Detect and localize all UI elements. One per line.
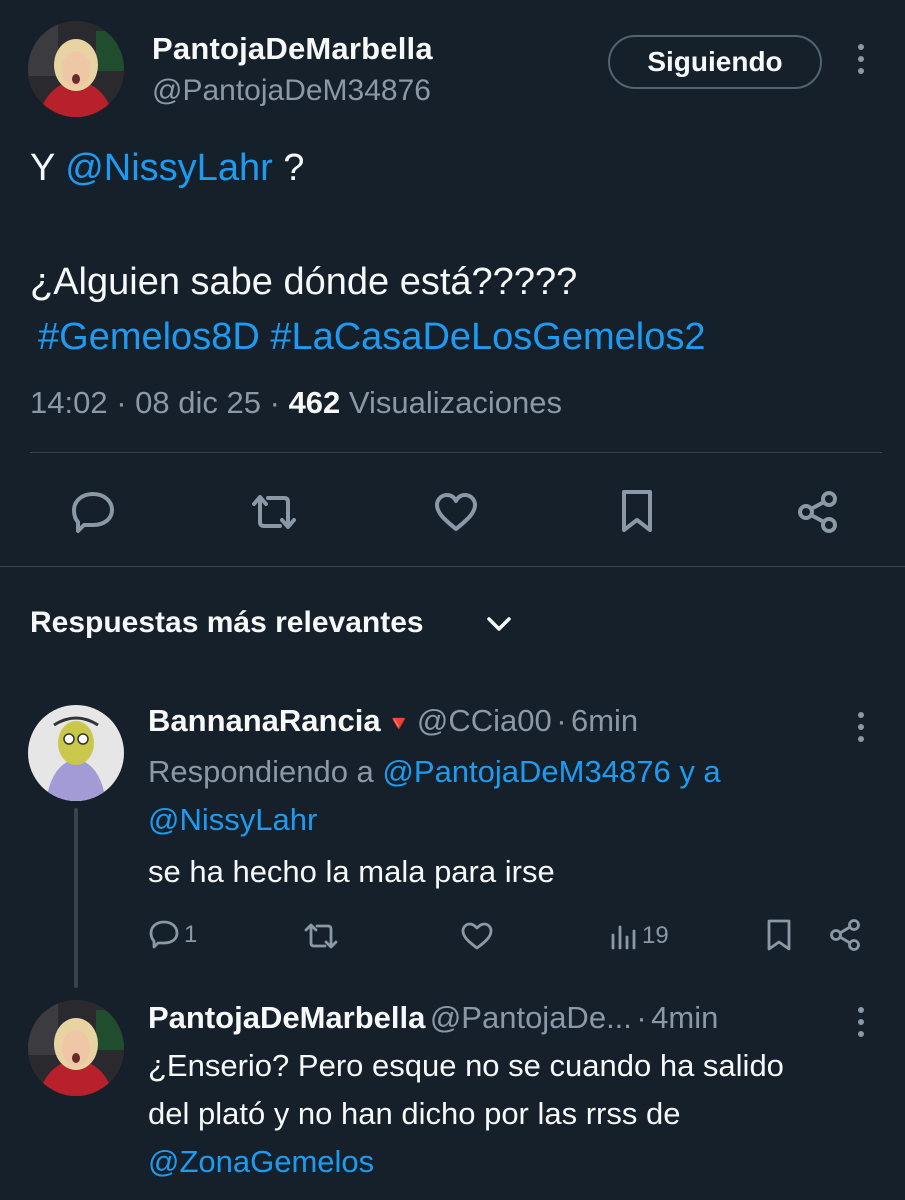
reply-more-icon[interactable] xyxy=(855,712,867,742)
replies-sort-label[interactable]: Respuestas más relevantes xyxy=(30,606,424,640)
mention-link[interactable]: @NissyLahr xyxy=(148,802,317,837)
reply-text: se ha hecho la mala para irse xyxy=(148,854,555,889)
tweet-suffix: ? xyxy=(272,147,305,189)
reply-avatar[interactable] xyxy=(28,1000,124,1096)
tweet-meta: 14:02 · 08 dic 25 · 462 Visualizaciones xyxy=(30,385,562,421)
separator: · xyxy=(269,385,280,420)
mention-link[interactable]: @PantojaDeM34876 xyxy=(382,754,670,789)
views-button[interactable]: 19 xyxy=(608,921,669,951)
reply-icon xyxy=(149,920,179,949)
following-button[interactable]: Siguiendo xyxy=(608,35,822,89)
replying-to: Respondiendo a @PantojaDeM34876 y a @Nis… xyxy=(148,748,848,844)
separator: · xyxy=(556,703,567,738)
reply-author-name[interactable]: PantojaDeMarbella xyxy=(148,1000,425,1035)
author-name[interactable]: PantojaDeMarbella xyxy=(152,31,433,67)
tweet-date[interactable]: 08 dic 25 xyxy=(135,385,261,420)
reply-text-line-1: ¿Enserio? Pero esque no se cuando ha sal… xyxy=(148,1048,784,1083)
reply-time[interactable]: 6min xyxy=(571,703,638,738)
views-count: 462 xyxy=(288,385,341,420)
mention-link[interactable]: @NissyLahr xyxy=(65,147,273,189)
thread-line xyxy=(74,808,78,988)
reply-author-name[interactable]: BannanaRancia xyxy=(148,703,381,738)
like-icon[interactable] xyxy=(460,921,494,951)
reply-avatar[interactable] xyxy=(28,705,124,801)
chevron-down-icon[interactable] xyxy=(486,614,512,639)
retweet-icon[interactable] xyxy=(302,921,340,951)
hashtag-link[interactable]: #Gemelos8D xyxy=(38,316,260,358)
separator: · xyxy=(116,385,127,420)
tweet-time[interactable]: 14:02 xyxy=(30,385,108,420)
replying-joiner: y a xyxy=(679,754,721,789)
hashtag-link[interactable]: #LaCasaDeLosGemelos2 xyxy=(270,316,705,358)
reply-header: PantojaDeMarbella @PantojaDe... · 4min xyxy=(148,1000,718,1036)
analytics-icon xyxy=(611,925,636,950)
reply-text-line-2: del plató y no han dicho por las rrss de xyxy=(148,1096,681,1131)
divider xyxy=(30,452,882,453)
reply-more-icon[interactable] xyxy=(855,1007,867,1037)
reply-count: 1 xyxy=(184,921,198,948)
retweet-icon[interactable] xyxy=(248,492,300,532)
red-triangle-icon: 🔻 xyxy=(385,711,413,736)
share-icon[interactable] xyxy=(828,918,862,952)
reply-author-handle[interactable]: @CCia00 xyxy=(417,703,552,738)
more-options-icon[interactable] xyxy=(855,44,867,74)
reply-views: 19 xyxy=(642,922,669,949)
reply-time[interactable]: 4min xyxy=(651,1000,718,1035)
share-icon[interactable] xyxy=(796,490,840,534)
replying-prefix: Respondiendo a xyxy=(148,754,374,789)
tweet-line-2: ¿Alguien sabe dónde está????? xyxy=(30,261,578,303)
bookmark-icon[interactable] xyxy=(620,488,654,534)
separator: · xyxy=(636,1000,647,1035)
tweet-hashtags: #Gemelos8D #LaCasaDeLosGemelos2 xyxy=(38,313,705,361)
views-label: Visualizaciones xyxy=(348,385,563,420)
reply-author-handle[interactable]: @PantojaDe... xyxy=(430,1000,632,1035)
divider xyxy=(0,566,905,567)
tweet-prefix: Y xyxy=(30,147,66,189)
author-handle[interactable]: @PantojaDeM34876 xyxy=(152,74,431,108)
reply-icon[interactable] xyxy=(70,490,116,534)
reply-reply-button[interactable]: 1 xyxy=(148,919,197,951)
reply-header: BannanaRancia 🔻 @CCia00 · 6min xyxy=(148,703,638,739)
bookmark-icon[interactable] xyxy=(766,918,792,952)
like-icon[interactable] xyxy=(433,492,479,532)
author-avatar[interactable] xyxy=(28,21,124,117)
tweet-line-1: Y @NissyLahr ? xyxy=(30,144,304,192)
mention-link[interactable]: @ZonaGemelos xyxy=(148,1138,374,1186)
